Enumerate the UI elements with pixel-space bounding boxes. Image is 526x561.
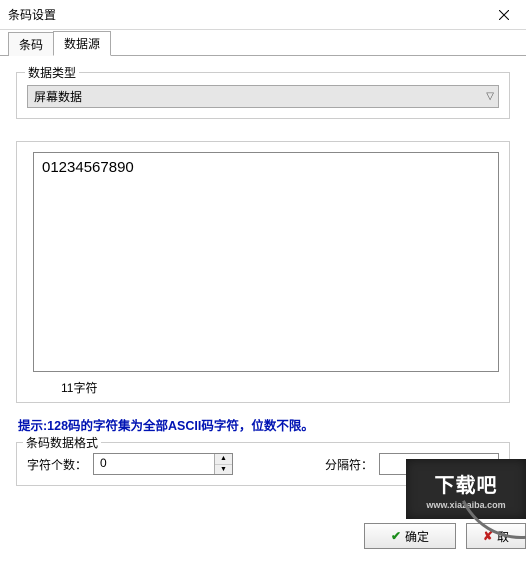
tab-content: 数据类型 屏幕数据 ▽ 11字符 提示:128码的字符集为全部ASCII码字符，… (0, 56, 526, 486)
format-legend: 条码数据格式 (23, 434, 101, 451)
data-panel: 11字符 (16, 141, 510, 403)
data-textarea[interactable] (33, 152, 499, 372)
check-icon: ✔ (391, 529, 401, 543)
ok-button-label: 确定 (405, 528, 429, 545)
spinner-up-icon[interactable]: ▲ (215, 454, 232, 465)
tabstrip: 条码 数据源 (0, 32, 526, 56)
watermark: 下载吧 www.xiazaiba.com (406, 459, 526, 519)
char-count-field-label: 字符个数： (27, 456, 87, 473)
window-title: 条码设置 (8, 6, 56, 23)
chevron-down-icon: ▽ (486, 91, 494, 102)
close-icon (499, 10, 509, 20)
char-count-label: 11字符 (61, 379, 499, 396)
close-button[interactable] (481, 0, 526, 29)
spinner-down-icon[interactable]: ▼ (215, 465, 232, 475)
titlebar: 条码设置 (0, 0, 526, 30)
datatype-legend: 数据类型 (25, 64, 79, 81)
hint-text: 提示:128码的字符集为全部ASCII码字符，位数不限。 (18, 415, 508, 434)
char-count-spinner[interactable]: 0 ▲ ▼ (93, 453, 233, 475)
spinner-buttons: ▲ ▼ (214, 454, 232, 474)
tab-barcode[interactable]: 条码 (8, 32, 54, 56)
datatype-group: 数据类型 屏幕数据 ▽ (16, 72, 510, 119)
datatype-combo-value: 屏幕数据 (34, 88, 82, 105)
datatype-combo[interactable]: 屏幕数据 ▽ (27, 85, 499, 108)
separator-field-label: 分隔符： (325, 456, 373, 473)
char-count-value: 0 (94, 454, 214, 474)
tab-datasource[interactable]: 数据源 (53, 31, 111, 56)
ok-button[interactable]: ✔ 确定 (364, 523, 456, 549)
